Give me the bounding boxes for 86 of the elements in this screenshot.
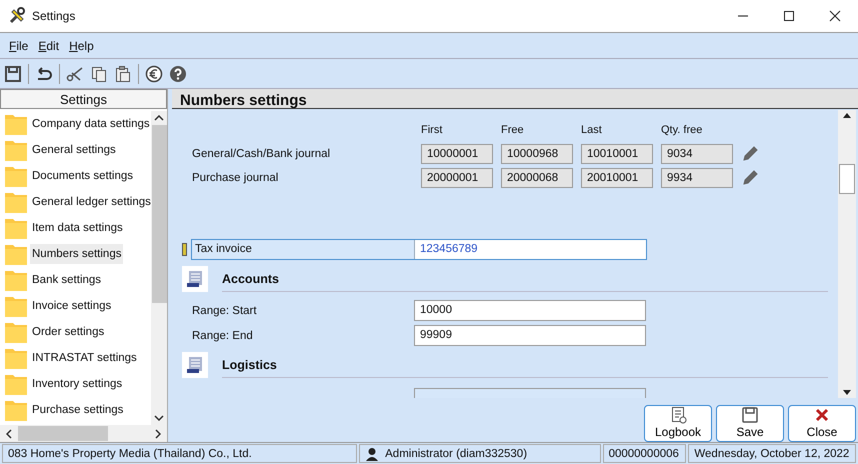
- record-number: 00000000006: [602, 444, 686, 463]
- folder-icon: [4, 320, 28, 344]
- sidebar-item[interactable]: Numbers settings: [30, 244, 124, 264]
- readonly-field: 10000968: [501, 144, 573, 164]
- user-name: Administrator (diam332530): [385, 448, 528, 460]
- sidebar-item[interactable]: Bank settings: [30, 270, 104, 290]
- save-icon[interactable]: [4, 64, 22, 82]
- scroll-down-icon[interactable]: [154, 415, 164, 421]
- company-name: 083 Home's Property Media (Thailand) Co., Ltd.: [2, 444, 358, 463]
- column-header: First: [421, 124, 444, 138]
- undo-icon[interactable]: [35, 64, 53, 82]
- column-header: Last: [581, 124, 603, 138]
- input-field[interactable]: 99909: [414, 325, 646, 346]
- scroll-left-icon[interactable]: [6, 428, 12, 438]
- panel-header: Settings: [0, 89, 167, 109]
- sidebar-item[interactable]: Documents settings: [30, 166, 135, 186]
- euro-icon[interactable]: [145, 64, 163, 82]
- close-icon: [813, 406, 831, 424]
- help-icon[interactable]: [169, 64, 187, 82]
- close-button[interactable]: Close: [788, 405, 856, 442]
- sidebar-item[interactable]: Purchase settings: [30, 400, 126, 420]
- scrollbar-thumb[interactable]: [152, 125, 166, 303]
- input-field[interactable]: 10000: [414, 300, 646, 321]
- sidebar-item[interactable]: General settings: [30, 140, 118, 160]
- menu-item[interactable]: Help: [64, 38, 99, 52]
- window-title: Settings: [32, 9, 76, 23]
- folder-icon: [4, 268, 28, 292]
- menu-item[interactable]: Edit: [33, 38, 64, 52]
- pencil-icon[interactable]: [741, 145, 759, 163]
- scrollbar-thumb[interactable]: [839, 164, 855, 194]
- folder-icon: [4, 216, 28, 240]
- folder-icon: [4, 346, 28, 370]
- section-title: Logistics: [222, 352, 828, 378]
- readonly-field: 9034: [661, 144, 733, 164]
- tools-icon: [8, 7, 26, 25]
- row-marker: [182, 243, 187, 256]
- logbook-icon: [669, 406, 687, 424]
- sidebar-item[interactable]: Company data settings: [30, 114, 151, 134]
- person-icon: [365, 446, 380, 460]
- sidebar-item[interactable]: Inventory settings: [30, 374, 124, 394]
- save-icon: [741, 406, 759, 424]
- row-label: General/Cash/Bank journal: [191, 148, 332, 160]
- row-label: Purchase journal: [191, 172, 280, 184]
- maximize-icon[interactable]: [783, 10, 795, 22]
- input-field[interactable]: Tax invoice 123456789: [191, 239, 647, 260]
- scrollbar-thumb[interactable]: [18, 426, 108, 441]
- folder-icon: [4, 398, 28, 422]
- list-icon: [182, 352, 208, 378]
- paste-icon[interactable]: [114, 64, 132, 82]
- scroll-up-icon[interactable]: [154, 115, 164, 121]
- folder-icon: [4, 294, 28, 318]
- folder-icon: [4, 138, 28, 162]
- column-header: Qty. free: [661, 124, 704, 138]
- scissors-icon[interactable]: [66, 64, 84, 82]
- readonly-field: 10000001: [421, 144, 493, 164]
- menu-item[interactable]: File: [4, 38, 34, 52]
- sidebar-item[interactable]: INTRASTAT settings: [30, 348, 139, 368]
- section-title: Accounts: [222, 266, 828, 292]
- field-label: Range: Start: [191, 304, 258, 316]
- folder-icon: [4, 190, 28, 214]
- scroll-down-icon[interactable]: [843, 390, 851, 395]
- readonly-field: 9934: [661, 168, 733, 188]
- folder-icon: [4, 112, 28, 136]
- folder-icon: [4, 242, 28, 266]
- readonly-field: 20010001: [581, 168, 653, 188]
- folder-icon: [4, 372, 28, 396]
- column-header: Free: [501, 124, 525, 138]
- field-label: Range: End: [191, 330, 254, 342]
- logbook-button[interactable]: Logbook: [644, 405, 712, 442]
- sidebar-item[interactable]: General ledger settings: [30, 192, 151, 212]
- readonly-field: 20000001: [421, 168, 493, 188]
- readonly-field: 10010001: [581, 144, 653, 164]
- copy-icon[interactable]: [90, 64, 108, 82]
- list-icon: [182, 266, 208, 292]
- pencil-icon[interactable]: [741, 169, 759, 187]
- close-icon[interactable]: [829, 10, 841, 22]
- panel-title: Numbers settings: [172, 89, 858, 109]
- folder-icon: [4, 164, 28, 188]
- sidebar-item[interactable]: Invoice settings: [30, 296, 114, 316]
- scroll-up-icon[interactable]: [843, 113, 851, 118]
- sidebar-item[interactable]: Item data settings: [30, 218, 125, 238]
- save-button[interactable]: Save: [716, 405, 784, 442]
- sidebar-item[interactable]: Order settings: [30, 322, 106, 342]
- readonly-field: 20000068: [501, 168, 573, 188]
- current-date: Wednesday, October 12, 2022: [688, 444, 856, 463]
- scroll-right-icon[interactable]: [155, 428, 161, 438]
